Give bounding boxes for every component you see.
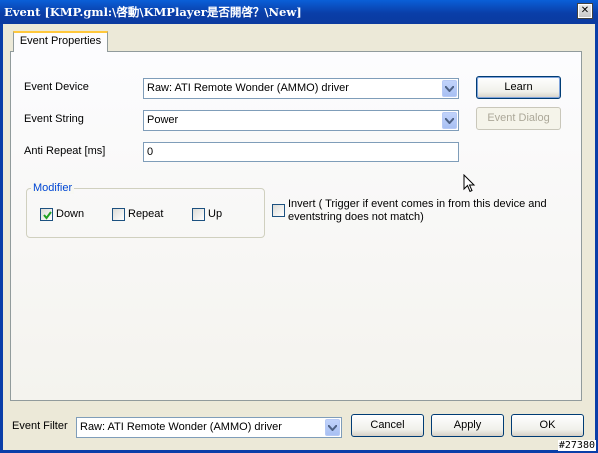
invert-label-line1: Invert ( Trigger if event comes in from … — [288, 198, 547, 210]
up-checkbox[interactable] — [192, 208, 205, 221]
invert-checkbox[interactable] — [272, 204, 285, 217]
event-device-label: Event Device — [24, 81, 89, 93]
tab-label: Event Properties — [19, 35, 102, 47]
chevron-down-icon[interactable] — [325, 419, 340, 436]
anti-repeat-value: 0 — [147, 146, 154, 158]
event-device-select[interactable]: Raw: ATI Remote Wonder (AMMO) driver — [143, 78, 459, 99]
event-filter-label: Event Filter — [12, 420, 68, 432]
anti-repeat-input[interactable]: 0 — [143, 142, 459, 162]
ok-button[interactable]: OK — [511, 414, 584, 437]
close-button[interactable]: ✕ — [577, 3, 593, 19]
cancel-button[interactable]: Cancel — [351, 414, 424, 437]
event-string-value: Power — [147, 114, 179, 126]
event-device-value: Raw: ATI Remote Wonder (AMMO) driver — [147, 82, 349, 94]
down-label: Down — [56, 208, 85, 220]
mouse-cursor-icon — [463, 174, 476, 193]
watermark-text: #27380 — [557, 440, 596, 451]
window-title-bar[interactable]: Event [KMP.gml:\啓動\KMPlayer是否開啓？\New] — [0, 0, 598, 24]
chevron-down-icon[interactable] — [442, 80, 457, 97]
invert-label: Invert ( Trigger if event comes in from … — [288, 198, 547, 224]
event-filter-value: Raw: ATI Remote Wonder (AMMO) driver — [80, 421, 282, 433]
tab-event-properties[interactable]: Event Properties — [13, 31, 108, 52]
modifier-legend: Modifier — [31, 182, 75, 194]
repeat-checkbox[interactable] — [112, 208, 125, 221]
invert-label-line2: eventstring does not match) — [288, 211, 424, 223]
learn-button[interactable]: Learn — [476, 76, 561, 99]
close-icon: ✕ — [580, 5, 590, 16]
chevron-down-icon[interactable] — [442, 112, 457, 129]
repeat-label: Repeat — [128, 208, 164, 220]
event-filter-select[interactable]: Raw: ATI Remote Wonder (AMMO) driver — [76, 417, 342, 438]
event-string-select[interactable]: Power — [143, 110, 459, 131]
window-title: Event [KMP.gml:\啓動\KMPlayer是否開啓？\New] — [4, 5, 302, 19]
down-checkbox[interactable] — [40, 208, 53, 221]
anti-repeat-label: Anti Repeat [ms] — [24, 145, 106, 157]
event-string-label: Event String — [24, 113, 84, 125]
event-dialog-button[interactable]: Event Dialog — [476, 107, 561, 130]
check-icon — [43, 211, 52, 220]
apply-button[interactable]: Apply — [431, 414, 504, 437]
up-label: Up — [208, 208, 223, 220]
